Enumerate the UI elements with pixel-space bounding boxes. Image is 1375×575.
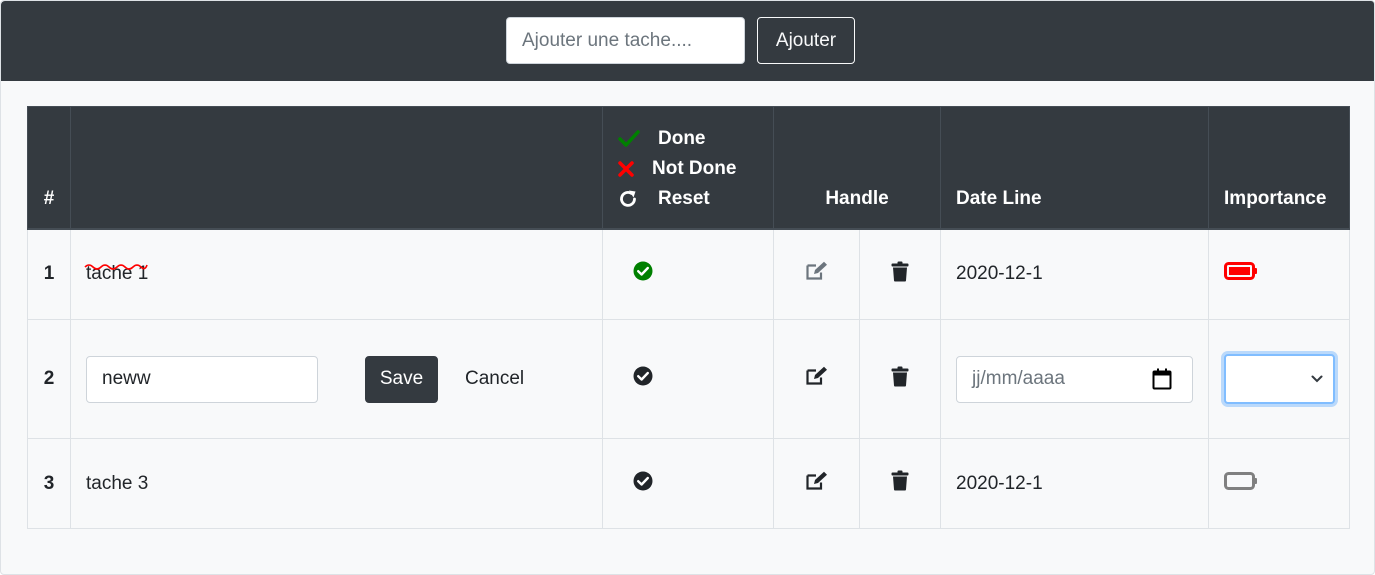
task-edit-cell: Save Cancel — [70, 319, 603, 439]
row-number: 3 — [27, 438, 71, 529]
add-task-input[interactable] — [506, 17, 745, 64]
task-edit-input[interactable] — [86, 355, 318, 403]
battery-full-icon[interactable] — [1224, 262, 1258, 281]
importance-cell — [1208, 438, 1351, 529]
legend-done-label: Done — [658, 127, 706, 149]
add-task-button[interactable]: Ajouter — [757, 17, 855, 64]
date-cell: 2020-12-1 — [940, 438, 1210, 529]
edit-icon[interactable] — [805, 366, 829, 386]
delete-cell — [858, 228, 942, 320]
header-date-line: Date Line — [940, 106, 1210, 230]
reset-icon — [618, 189, 658, 209]
edit-icon[interactable] — [805, 471, 829, 491]
app-frame: Ajouter # D — [0, 0, 1375, 575]
battery-empty-icon[interactable] — [1224, 471, 1258, 490]
strikethrough-squiggle — [84, 264, 148, 271]
check-icon — [618, 129, 658, 148]
task-text: tache 3 — [86, 472, 149, 494]
header-task — [70, 106, 603, 230]
task-cell: tache 3 — [70, 438, 603, 529]
legend-reset[interactable]: Reset — [618, 188, 758, 210]
table-row: 2 Save Cancel — [27, 319, 1351, 439]
trash-icon[interactable] — [891, 470, 909, 491]
save-button[interactable]: Save — [365, 355, 438, 403]
row-number: 2 — [27, 319, 71, 439]
date-placeholder: jj/mm/aaaa — [972, 368, 1065, 389]
date-edit-cell: jj/mm/aaaa — [940, 319, 1210, 439]
x-icon — [618, 160, 652, 177]
legend-done[interactable]: Done — [618, 128, 758, 150]
importance-edit-cell — [1208, 319, 1351, 439]
edit-cell — [773, 319, 860, 439]
legend-not-done-label: Not Done — [652, 157, 737, 179]
header-handle: Handle — [772, 106, 942, 230]
table-row: 1 tache 1 2020-12-1 — [27, 228, 1351, 320]
status-cell — [602, 228, 774, 320]
row-number: 1 — [27, 228, 71, 320]
delete-cell — [858, 319, 942, 439]
date-input[interactable]: jj/mm/aaaa — [956, 355, 1194, 403]
task-table: # Done Not Done Reset Handle Date Line I… — [27, 106, 1351, 529]
check-circle-icon[interactable] — [633, 471, 653, 491]
top-navbar: Ajouter — [1, 1, 1374, 81]
task-cell: tache 1 — [70, 228, 603, 320]
importance-select[interactable] — [1224, 354, 1336, 404]
date-cell: 2020-12-1 — [940, 228, 1210, 320]
status-cell — [602, 438, 774, 529]
check-circle-icon[interactable] — [633, 366, 653, 386]
edit-cell — [773, 438, 860, 529]
legend-not-done[interactable]: Not Done — [618, 158, 758, 180]
cancel-button[interactable]: Cancel — [450, 356, 539, 403]
delete-cell — [858, 438, 942, 529]
check-circle-icon[interactable] — [633, 261, 653, 281]
edit-cell — [773, 228, 860, 320]
task-text-done: tache 1 — [84, 263, 148, 285]
legend-reset-label: Reset — [658, 187, 710, 209]
status-cell — [602, 319, 774, 439]
chevron-down-icon — [1311, 375, 1323, 383]
header-importance: Importance — [1208, 106, 1351, 230]
table-header-row: # Done Not Done Reset Handle Date Line I… — [27, 106, 1351, 230]
edit-icon[interactable] — [805, 261, 829, 281]
header-status-legend: Done Not Done Reset — [602, 106, 774, 230]
table-row: 3 tache 3 2020-12-1 — [27, 438, 1351, 529]
calendar-icon[interactable] — [1152, 368, 1172, 390]
trash-icon[interactable] — [891, 366, 909, 387]
trash-icon[interactable] — [891, 261, 909, 282]
header-number: # — [27, 106, 71, 230]
importance-cell — [1208, 228, 1351, 320]
